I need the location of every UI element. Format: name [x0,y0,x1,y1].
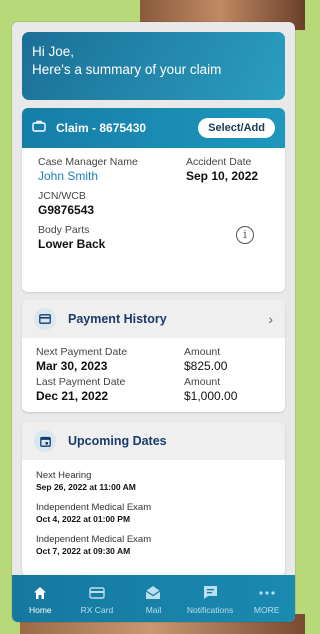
nav-label: MORE [253,604,280,615]
body-parts-label: Body Parts [38,224,90,236]
event-date: Oct 4, 2022 at 01:00 PM [36,514,131,524]
amount-label: Amount [184,376,221,388]
upcoming-dates-header: Upcoming Dates [22,422,285,460]
nav-item-notifications[interactable]: Notifications [182,583,238,615]
event-label: Independent Medical Exam [36,534,152,545]
chevron-right-icon[interactable]: › [268,311,273,327]
greeting-line-2: Here's a summary of your claim [32,62,222,77]
payment-history-title: Payment History [68,312,167,326]
upcoming-dates-body: Next Hearing Sep 26, 2022 at 11:00 AM In… [22,460,285,576]
claim-title: Claim - 8675430 [56,121,147,135]
app-screen: Hi Joe, Here's a summary of your claim C… [12,22,295,622]
last-payment-label: Last Payment Date [36,376,126,388]
body-parts-value: Lower Back [38,237,106,251]
next-payment-value: Mar 30, 2023 [36,359,108,373]
nav-item-home[interactable]: Home [12,583,68,615]
amount-label: Amount [184,346,221,358]
nav-label: Home [28,604,52,615]
nav-item-rx-card[interactable]: RX Card [69,583,125,615]
nav-label: Notifications [186,604,234,615]
event-date: Sep 26, 2022 at 11:00 AM [36,482,136,492]
event-label: Next Hearing [36,470,92,481]
nav-label: RX Card [80,604,114,615]
nav-item-mail[interactable]: Mail [125,583,181,615]
payment-history-body: Next Payment Date Mar 30, 2023 Amount $8… [22,338,285,412]
claim-header: Claim - 8675430 Select/Add [22,108,285,148]
case-manager-label: Case Manager Name [38,156,138,168]
nav-item-more[interactable]: MORE [239,583,295,615]
case-manager-link[interactable]: John Smith [38,169,98,183]
chat-icon [203,583,218,603]
upcoming-dates-card: Upcoming Dates Next Hearing Sep 26, 2022… [22,422,285,576]
mail-icon [145,583,161,603]
upcoming-dates-title: Upcoming Dates [68,434,167,448]
calendar-icon [34,430,56,452]
event-label: Independent Medical Exam [36,502,152,513]
briefcase-icon [32,119,46,137]
home-icon [33,583,47,603]
accident-date-label: Accident Date [186,156,252,168]
greeting-line-1: Hi Joe, [32,44,75,59]
next-payment-label: Next Payment Date [36,346,128,358]
payment-card-icon [34,308,56,330]
event-date: Oct 7, 2022 at 09:30 AM [36,546,131,556]
more-icon [259,583,275,603]
amount-value: $825.00 [184,359,228,373]
claim-details: Case Manager Name John Smith Accident Da… [22,148,285,292]
payment-history-card: Payment History › Next Payment Date Mar … [22,300,285,412]
nav-label: Mail [145,604,162,615]
select-add-button[interactable]: Select/Add [198,118,275,138]
amount-value: $1,000.00 [184,389,238,403]
accident-date-value: Sep 10, 2022 [186,169,259,183]
jcn-value: G9876543 [38,203,95,217]
card-icon [89,583,105,603]
claim-card: Claim - 8675430 Select/Add Case Manager … [22,108,285,292]
bottom-nav: Home RX Card Mail Notifications MORE [12,575,295,622]
greeting-banner: Hi Joe, Here's a summary of your claim [22,32,285,100]
info-icon[interactable]: i [236,226,254,244]
last-payment-value: Dec 21, 2022 [36,389,109,403]
jcn-label: JCN/WCB [38,190,86,202]
payment-history-header[interactable]: Payment History › [22,300,285,338]
